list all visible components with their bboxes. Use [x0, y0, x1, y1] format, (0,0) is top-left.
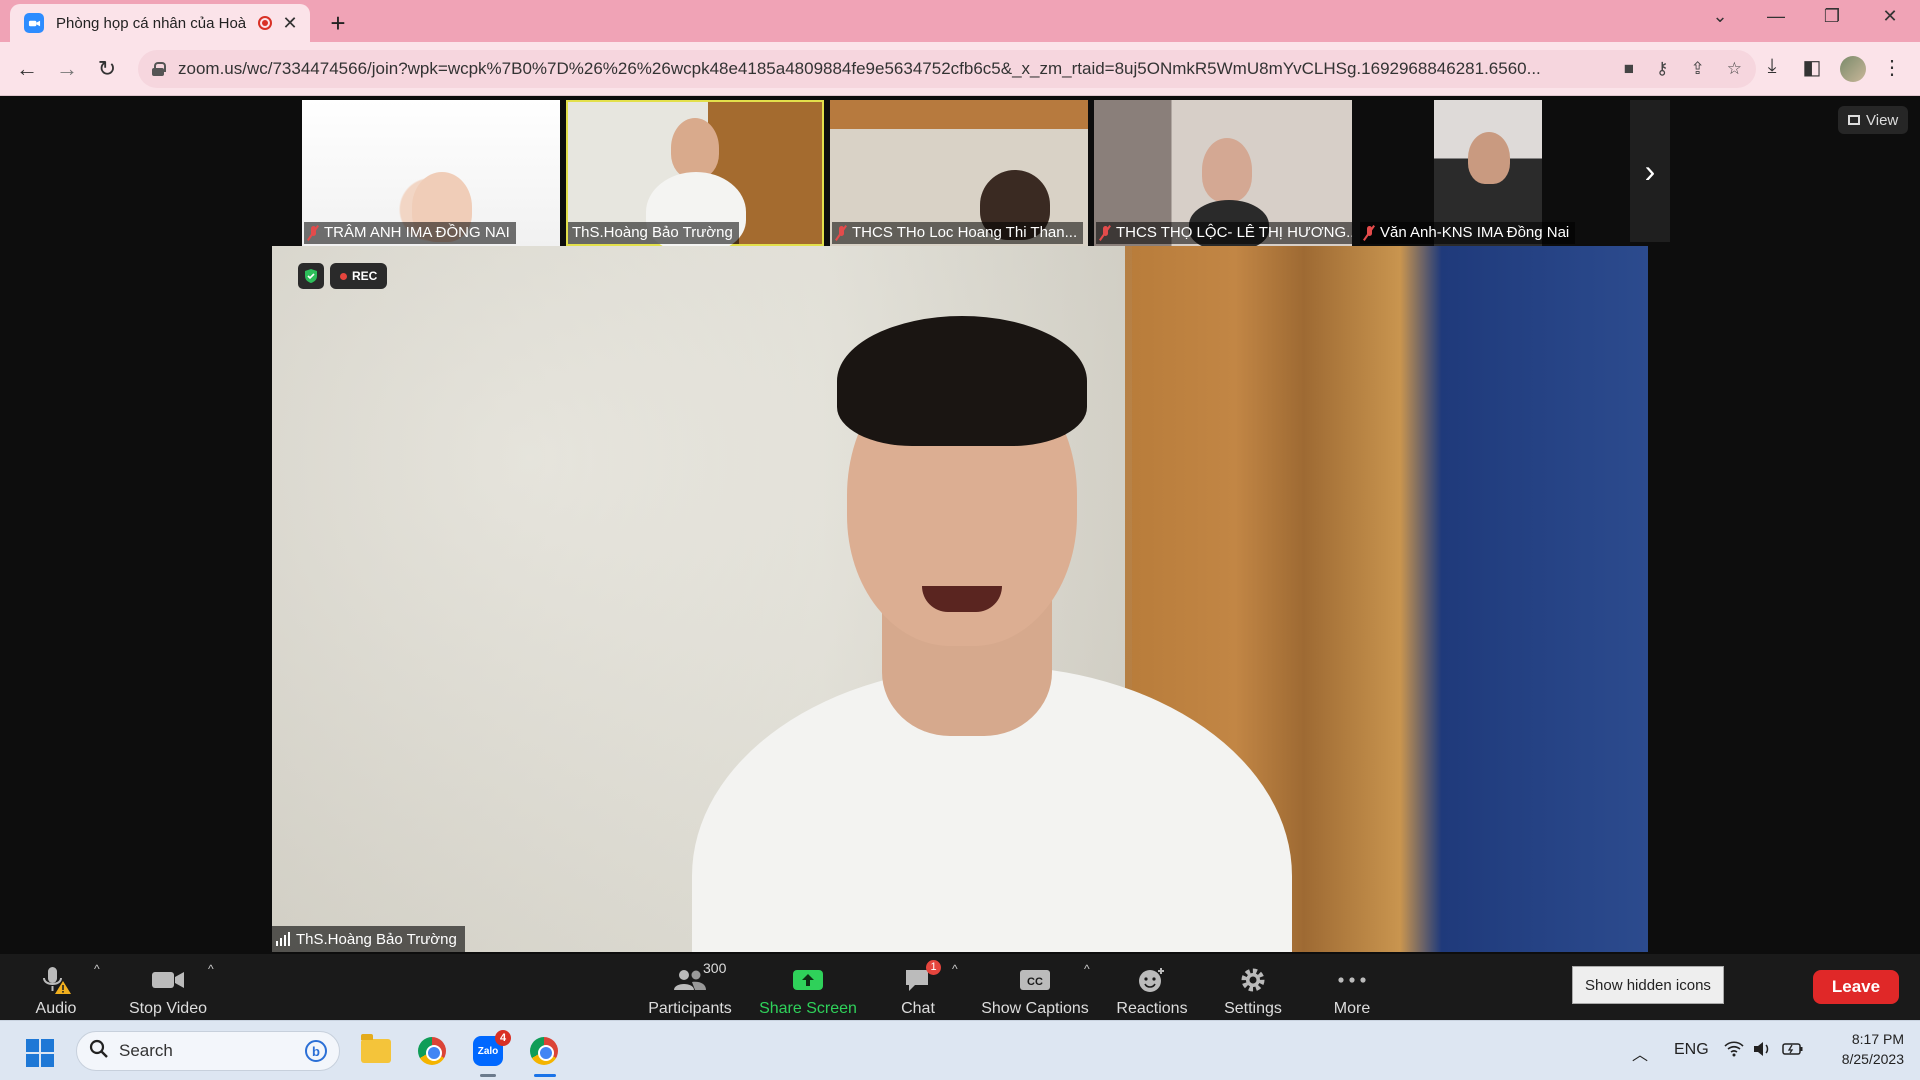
participant-tile[interactable]: THCS THỌ LỘC- LÊ THỊ HƯƠNG... [1094, 100, 1352, 246]
audio-button[interactable]: Audio [34, 958, 78, 1018]
participants-icon: 300 [673, 960, 726, 996]
bookmark-star-icon[interactable]: ☆ [1727, 59, 1742, 79]
minimize-icon[interactable]: — [1756, 6, 1796, 27]
audio-options-chevron-icon[interactable]: ^ [94, 962, 100, 976]
app-active-indicator [534, 1074, 556, 1077]
app-running-indicator [480, 1074, 496, 1077]
reactions-button[interactable]: Reactions [1116, 958, 1188, 1018]
forward-icon[interactable]: → [52, 54, 82, 84]
mic-muted-icon [308, 226, 318, 240]
participant-tile[interactable]: Văn Anh-KNS IMA Đồng Nai [1358, 100, 1616, 246]
encryption-shield-icon[interactable] [298, 263, 324, 289]
browser-tab-strip: Phòng họp cá nhân của Hoà ✕ + ⌄ — ❐ ✕ [0, 0, 1920, 42]
participant-name: Văn Anh-KNS IMA Đồng Nai [1360, 222, 1576, 244]
more-dots-icon [1337, 964, 1367, 996]
captions-options-chevron-icon[interactable]: ^ [1084, 962, 1090, 976]
show-captions-button[interactable]: CC Show Captions [981, 958, 1089, 1018]
browser-toolbar: ← → ↻ zoom.us/wc/7334474566/join?wpk=wcp… [0, 42, 1920, 96]
search-icon [89, 1039, 109, 1064]
address-bar[interactable]: zoom.us/wc/7334474566/join?wpk=wcpk%7B0%… [138, 50, 1756, 88]
mic-muted-icon [1100, 226, 1110, 240]
window-close-icon[interactable]: ✕ [1870, 6, 1910, 27]
battery-icon[interactable] [1782, 1041, 1804, 1062]
volume-icon[interactable] [1752, 1041, 1772, 1062]
clock-time: 8:17 PM [1851, 1031, 1904, 1047]
recording-indicator-icon [258, 16, 272, 30]
tray-overflow-chevron-icon[interactable]: ︿ [1632, 1041, 1648, 1065]
video-options-chevron-icon[interactable]: ^ [208, 962, 214, 976]
mic-muted-icon [836, 226, 846, 240]
tab-close-icon[interactable]: ✕ [280, 13, 300, 34]
participant-tile-active[interactable]: ThS.Hoàng Bảo Trường [566, 100, 824, 246]
signal-strength-icon [276, 932, 290, 946]
lock-icon[interactable] [152, 62, 166, 76]
chat-button[interactable]: 1 Chat [898, 958, 941, 1018]
participant-tile[interactable]: TRÂM ANH IMA ĐỒNG NAI [302, 100, 560, 246]
url-text[interactable]: zoom.us/wc/7334474566/join?wpk=wcpk%7B0%… [178, 59, 1602, 79]
language-indicator[interactable]: ENG [1674, 1041, 1709, 1059]
chat-icon: 1 [903, 960, 941, 996]
active-speaker-name: ThS.Hoàng Bảo Trường [272, 926, 465, 952]
share-screen-button[interactable]: Share Screen [759, 958, 857, 1018]
stop-video-button[interactable]: Stop Video [128, 958, 208, 1018]
view-button[interactable]: View [1838, 106, 1909, 134]
microphone-warning-icon [39, 964, 73, 996]
system-clock[interactable]: 8:17 PM 8/25/2023 [1820, 1029, 1904, 1069]
wifi-icon[interactable] [1724, 1041, 1744, 1062]
file-explorer-icon[interactable] [358, 1033, 394, 1069]
zalo-notification-badge: 4 [495, 1030, 511, 1046]
next-page-arrow-icon[interactable]: › [1630, 100, 1670, 242]
video-camera-icon [151, 964, 185, 996]
rec-dot-icon [340, 272, 347, 280]
bing-icon[interactable]: b [305, 1040, 327, 1062]
leave-button[interactable]: Leave [1813, 970, 1899, 1004]
participants-count: 300 [703, 960, 727, 976]
clock-date: 8/25/2023 [1841, 1051, 1904, 1067]
browser-menu-icon[interactable]: ⋮ [1878, 55, 1906, 80]
reaction-smiley-icon [1137, 964, 1167, 996]
browser-tab[interactable]: Phòng họp cá nhân của Hoà ✕ [10, 4, 310, 42]
settings-button[interactable]: Settings [1222, 958, 1284, 1018]
chat-unread-badge: 1 [926, 960, 941, 975]
chrome-profile-icon[interactable] [526, 1033, 562, 1069]
reload-icon[interactable]: ↻ [92, 54, 122, 84]
side-panel-icon[interactable]: ◧ [1798, 55, 1826, 80]
tab-search-chevron-icon[interactable]: ⌄ [1700, 6, 1740, 27]
meeting-area: TRÂM ANH IMA ĐỒNG NAI ThS.Hoàng Bảo Trườ… [0, 96, 1920, 1020]
participant-name: THCS THo Loc Hoang Thi Than... [832, 222, 1084, 244]
share-icon[interactable]: ⇪ [1691, 59, 1705, 79]
taskbar-search[interactable]: Search b [76, 1031, 340, 1071]
more-button[interactable]: More [1330, 958, 1374, 1018]
gear-icon [1239, 964, 1267, 996]
participant-name: ThS.Hoàng Bảo Trường [568, 222, 739, 244]
mic-muted-icon [1364, 226, 1374, 240]
participant-name: THCS THỌ LỘC- LÊ THỊ HƯƠNG... [1096, 222, 1352, 244]
closed-captions-icon: CC [1019, 964, 1051, 996]
back-icon[interactable]: ← [12, 54, 42, 84]
participants-button[interactable]: 300 Participants [648, 958, 732, 1018]
recording-badge[interactable]: REC [330, 263, 388, 289]
svg-text:CC: CC [1027, 976, 1043, 988]
profile-avatar[interactable] [1840, 56, 1866, 82]
participant-name: TRÂM ANH IMA ĐỒNG NAI [304, 222, 516, 244]
participant-tile[interactable]: THCS THo Loc Hoang Thi Than... [830, 100, 1088, 246]
zoom-favicon-icon [24, 13, 44, 33]
new-tab-icon[interactable]: + [324, 8, 352, 39]
chrome-icon[interactable] [414, 1033, 450, 1069]
camera-icon[interactable]: ■ [1624, 59, 1634, 79]
zalo-icon[interactable]: Zalo 4 [470, 1030, 511, 1069]
share-screen-icon [792, 964, 824, 996]
download-icon[interactable]: ⤓ [1758, 55, 1786, 78]
windows-taskbar: Search b Zalo 4 ︿ ENG 8:17 PM 8/25/2023 [0, 1020, 1920, 1080]
show-hidden-icons-tooltip: Show hidden icons [1572, 966, 1724, 1004]
grid-view-icon [1848, 115, 1860, 125]
key-icon[interactable]: ⚷ [1656, 59, 1668, 79]
restore-icon[interactable]: ❐ [1812, 6, 1852, 27]
chat-options-chevron-icon[interactable]: ^ [952, 962, 958, 976]
windows-start-icon[interactable] [26, 1039, 54, 1067]
active-speaker-video [272, 246, 1648, 952]
tab-title: Phòng họp cá nhân của Hoà [56, 14, 247, 32]
